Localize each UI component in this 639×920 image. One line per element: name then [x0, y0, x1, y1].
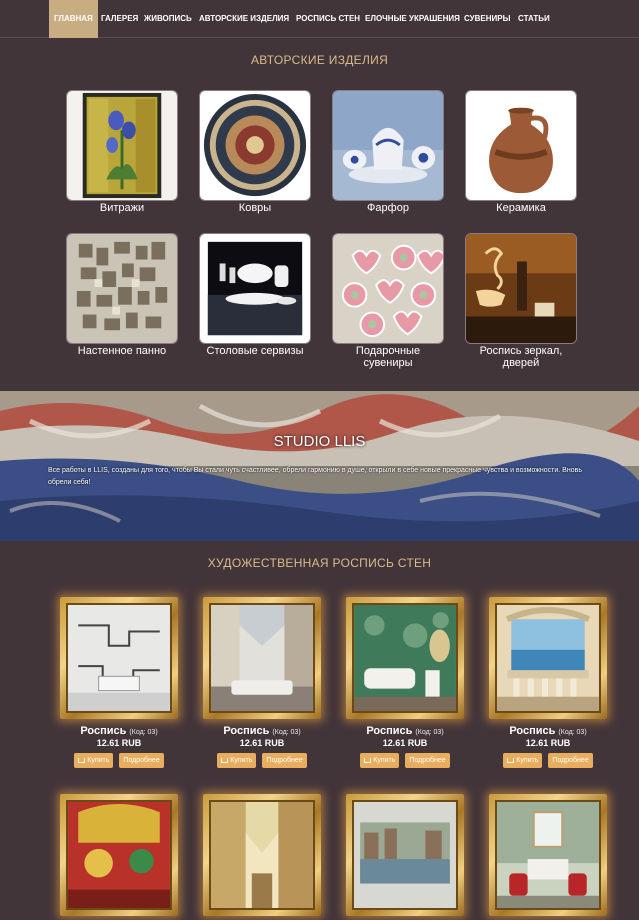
- nav-item-articles[interactable]: Статьи: [518, 0, 550, 38]
- cart-icon: [78, 757, 86, 763]
- details-button[interactable]: Подробнее: [405, 753, 450, 768]
- banner-title: STUDIO LLIS: [273, 433, 366, 450]
- product-name: Роспись (Код: 03): [223, 725, 301, 737]
- details-button[interactable]: Подробнее: [548, 753, 593, 768]
- product-image-frame[interactable]: [346, 597, 464, 719]
- product-price: 12.61 RUB: [96, 738, 142, 748]
- murals-section-title: ХУДОЖЕСТВЕННАЯ РОСПИСЬ СТЕН: [207, 556, 432, 570]
- product-image-frame[interactable]: [203, 597, 321, 719]
- carpet-image: [199, 90, 311, 201]
- category-label: Настенное панно: [77, 345, 167, 357]
- product-price: 12.61 RUB: [525, 738, 571, 748]
- category-label: Керамика: [496, 202, 546, 214]
- product-card: Роспись (Код: 03) 12.61 RUB Купить Подро…: [203, 597, 321, 768]
- mural-red-room-image: [68, 802, 170, 908]
- crafts-section-title: АВТОРСКИЕ ИЗДЕЛИЯ: [250, 53, 389, 67]
- category-label: Подарочные сувениры: [355, 345, 421, 369]
- nav-item-christmas-decor[interactable]: Елочные украшения: [365, 0, 460, 38]
- nav-item-wall-painting[interactable]: Роспись стен: [296, 0, 360, 38]
- product-name: Роспись (Код: 03): [366, 725, 444, 737]
- porcelain-image: [332, 90, 444, 201]
- product-card: [60, 794, 178, 916]
- details-button[interactable]: Подробнее: [119, 753, 164, 768]
- wall-panel-image: [66, 233, 178, 344]
- tableware-image: [199, 233, 311, 344]
- category-label: Витражи: [99, 202, 145, 214]
- nav-item-gallery[interactable]: Галерея: [101, 0, 138, 38]
- product-image-frame[interactable]: [60, 794, 178, 916]
- buy-button[interactable]: Купить: [360, 753, 400, 768]
- category-tableware[interactable]: Столовые сервизы: [199, 233, 311, 357]
- top-navigation: Главная Галерея Живопись Авторские издел…: [0, 0, 639, 38]
- mirror-painting-image: [465, 233, 577, 344]
- mural-green-bath-image: [354, 605, 456, 711]
- gift-souvenirs-image: [332, 233, 444, 344]
- product-card: [489, 794, 607, 916]
- product-image-frame[interactable]: [489, 597, 607, 719]
- studio-banner: STUDIO LLIS Все работы в LLIS, созданы д…: [0, 391, 639, 541]
- product-price: 12.61 RUB: [382, 738, 428, 748]
- product-image-frame[interactable]: [346, 794, 464, 916]
- buy-button[interactable]: Купить: [217, 753, 257, 768]
- product-name: Роспись (Код: 03): [80, 725, 158, 737]
- category-gift-souvenirs[interactable]: Подарочные сувениры: [332, 233, 444, 369]
- details-button[interactable]: Подробнее: [262, 753, 307, 768]
- category-stained-glass[interactable]: Витражи: [66, 90, 178, 214]
- buy-button[interactable]: Купить: [503, 753, 543, 768]
- mural-canal-image: [354, 802, 456, 908]
- category-carpets[interactable]: Ковры: [199, 90, 311, 214]
- category-label: Фарфор: [367, 202, 409, 214]
- stained-glass-image: [66, 90, 178, 201]
- nav-item-home[interactable]: Главная: [49, 0, 98, 38]
- cart-icon: [221, 757, 229, 763]
- product-name: Роспись (Код: 03): [509, 725, 587, 737]
- nav-item-author-crafts[interactable]: Авторские изделия: [199, 0, 289, 38]
- nav-item-painting[interactable]: Живопись: [144, 0, 192, 38]
- product-card: Роспись (Код: 03) 12.61 RUB Купить Подро…: [346, 597, 464, 768]
- mural-alley-image: [211, 802, 313, 908]
- ceramics-image: [465, 90, 577, 201]
- product-price: 12.61 RUB: [239, 738, 285, 748]
- product-card: [203, 794, 321, 916]
- category-mirror-painting[interactable]: Роспись зеркал, дверей: [465, 233, 577, 369]
- mural-fireplace-image: [497, 802, 599, 908]
- product-card: Роспись (Код: 03) 12.61 RUB Купить Подро…: [489, 597, 607, 768]
- category-label: Ковры: [238, 202, 272, 214]
- mural-street-image: [211, 605, 313, 711]
- product-card: [346, 794, 464, 916]
- product-card: Роспись (Код: 03) 12.61 RUB Купить Подро…: [60, 597, 178, 768]
- banner-text: Все работы в LLIS, созданы для того, что…: [48, 467, 582, 486]
- category-porcelain[interactable]: Фарфор: [332, 90, 444, 214]
- buy-button[interactable]: Купить: [74, 753, 114, 768]
- nav-item-souvenirs[interactable]: Сувениры: [464, 0, 510, 38]
- product-image-frame[interactable]: [203, 794, 321, 916]
- category-ceramics[interactable]: Керамика: [465, 90, 577, 214]
- cart-icon: [364, 757, 372, 763]
- product-image-frame[interactable]: [489, 794, 607, 916]
- category-label: Столовые сервизы: [206, 345, 304, 357]
- category-wall-panel[interactable]: Настенное панно: [66, 233, 178, 357]
- category-label: Роспись зеркал, дверей: [479, 345, 563, 369]
- cart-icon: [507, 757, 515, 763]
- mural-bathroom-image: [68, 605, 170, 711]
- mural-seaview-image: [497, 605, 599, 711]
- product-image-frame[interactable]: [60, 597, 178, 719]
